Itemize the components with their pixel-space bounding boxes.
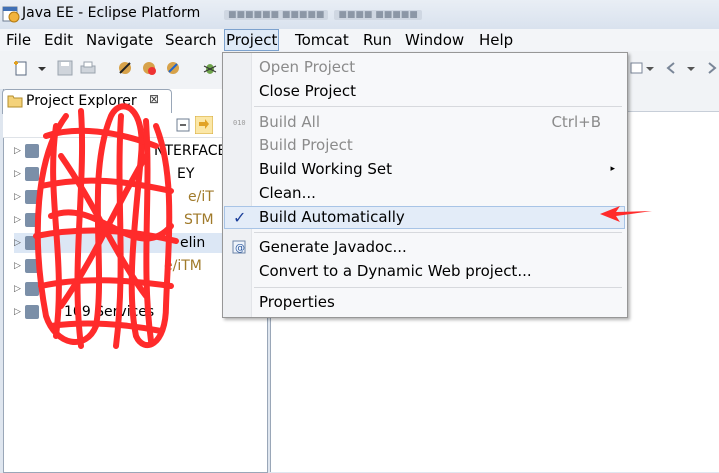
menu-help[interactable]: Help	[477, 30, 515, 50]
menu-item-open-project[interactable]: Open Project	[224, 56, 625, 79]
expand-arrow-icon[interactable]: ▷	[14, 141, 21, 161]
menu-item-build-project[interactable]: Build Project	[224, 134, 625, 157]
save-icon[interactable]	[56, 59, 74, 77]
menu-item-convert-dynamic-web[interactable]: Convert to a Dynamic Web project...	[224, 260, 625, 283]
forward-icon[interactable]	[703, 59, 719, 77]
menu-item-build-working-set[interactable]: Build Working Set ▸	[224, 158, 625, 181]
expand-arrow-icon[interactable]: ▷	[14, 279, 21, 299]
svg-text:@: @	[235, 243, 245, 254]
folder-icon	[7, 95, 23, 108]
menu-item-close-project[interactable]: Close Project	[224, 80, 625, 103]
menu-navigate[interactable]: Navigate	[84, 30, 155, 50]
menu-item-generate-javadoc[interactable]: @ Generate Javadoc...	[224, 236, 625, 259]
menu-separator	[254, 287, 622, 288]
menu-file[interactable]: File	[4, 30, 33, 50]
menu-search[interactable]: Search	[163, 30, 219, 50]
expand-arrow-icon[interactable]: ▷	[14, 187, 21, 207]
menu-item-build-all[interactable]: 010 Build All Ctrl+B	[224, 111, 625, 134]
new-icon[interactable]	[12, 59, 30, 77]
expand-arrow-icon[interactable]: ▷	[14, 256, 21, 276]
menu-item-properties[interactable]: Properties	[224, 291, 625, 314]
server-stop-icon[interactable]	[140, 59, 158, 77]
debug-icon[interactable]	[201, 59, 219, 77]
link-with-editor-icon[interactable]	[195, 116, 213, 134]
menu-edit[interactable]: Edit	[42, 30, 75, 50]
title-bar: Java EE - Eclipse Platform ■■■■■■ ■■■■■ ■…	[0, 0, 719, 29]
prev-edit-icon[interactable]	[628, 59, 646, 77]
red-scribble-redaction	[33, 103, 179, 349]
menu-window[interactable]: Window	[403, 30, 466, 50]
menu-bar: File Edit Navigate Search Project Tomcat…	[0, 29, 719, 52]
menu-separator	[254, 232, 622, 233]
server-restart-icon[interactable]	[164, 59, 182, 77]
print-icon[interactable]	[79, 59, 97, 77]
eclipse-app-icon	[2, 6, 20, 23]
shortcut-ctrl-b: Ctrl+B	[551, 113, 601, 131]
submenu-arrow-icon: ▸	[610, 164, 615, 174]
check-icon: ✓	[233, 208, 247, 227]
binary-icon: 010	[233, 119, 246, 127]
new-dropdown-arrow-icon[interactable]	[36, 59, 48, 77]
red-annotation-arrow-icon	[600, 206, 652, 222]
menu-project[interactable]: Project	[224, 29, 280, 51]
expand-arrow-icon[interactable]: ▷	[14, 164, 21, 184]
menu-item-build-automatically[interactable]: ✓ Build Automatically	[224, 206, 625, 229]
expand-arrow-icon[interactable]: ▷	[14, 233, 21, 253]
menu-run[interactable]: Run	[361, 30, 394, 50]
menu-separator	[254, 106, 622, 107]
javadoc-icon: @	[232, 240, 246, 254]
title-blurred-text: ■■■■■■ ■■■■■ ■■■■ ■■■■■	[224, 10, 449, 22]
svg-text:010: 010	[233, 119, 246, 127]
menu-item-clean[interactable]: Clean...	[224, 182, 625, 205]
expand-arrow-icon[interactable]: ▷	[14, 210, 21, 230]
back-icon[interactable]	[662, 59, 680, 77]
prev-edit-dropdown-icon[interactable]	[645, 59, 655, 77]
project-menu-dropdown: Open Project Close Project 010 Build All…	[222, 52, 628, 318]
server-start-icon[interactable]	[116, 59, 134, 77]
expand-arrow-icon[interactable]: ▷	[14, 302, 21, 322]
menu-tomcat[interactable]: Tomcat	[293, 30, 351, 50]
window-title: Java EE - Eclipse Platform	[22, 5, 201, 21]
back-dropdown-icon[interactable]	[686, 59, 696, 77]
